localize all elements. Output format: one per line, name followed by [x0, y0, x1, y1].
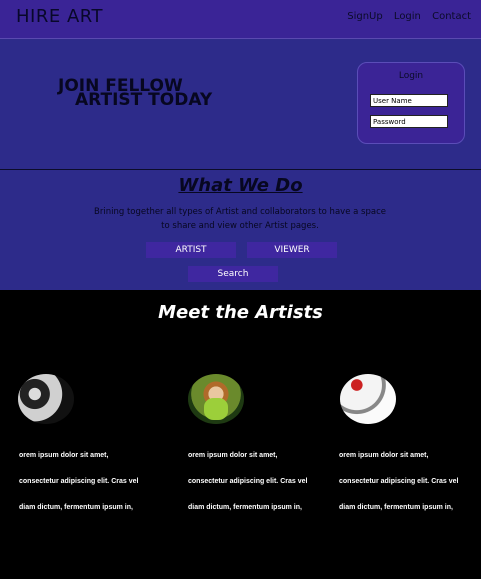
- artist-button[interactable]: ARTIST: [146, 242, 236, 258]
- login-box: Login: [357, 62, 465, 144]
- password-input[interactable]: [370, 115, 448, 128]
- description-line: orem ipsum dolor sit amet,: [339, 452, 429, 459]
- description-line: consectetur adipiscing elit. Cras vel: [188, 478, 308, 485]
- artist-description-1: orem ipsum dolor sit amet, consectetur a…: [19, 443, 159, 521]
- what-we-do-title: What We Do: [178, 175, 303, 196]
- viewer-button[interactable]: VIEWER: [247, 242, 337, 258]
- nav-link-signup[interactable]: SignUp: [347, 11, 382, 22]
- brand-logo-text[interactable]: HIRE ART: [16, 6, 103, 27]
- nav-link-login[interactable]: Login: [394, 11, 421, 22]
- description-line: diam dictum, fermentum ipsum in,: [339, 504, 453, 511]
- description-line: orem ipsum dolor sit amet,: [188, 452, 278, 459]
- artist-avatar-1[interactable]: [18, 374, 74, 424]
- description-line: consectetur adipiscing elit. Cras vel: [339, 478, 459, 485]
- artist-description-3: orem ipsum dolor sit amet, consectetur a…: [339, 443, 479, 521]
- username-input[interactable]: [370, 94, 448, 107]
- nav-link-contact[interactable]: Contact: [432, 11, 471, 22]
- description-line: diam dictum, fermentum ipsum in,: [19, 504, 133, 511]
- login-title: Login: [398, 71, 424, 81]
- description-line: orem ipsum dolor sit amet,: [19, 452, 109, 459]
- description-line: diam dictum, fermentum ipsum in,: [188, 504, 302, 511]
- nav-links: SignUp Login Contact: [339, 11, 471, 22]
- what-we-do-section: What We Do Brining together all types of…: [0, 170, 481, 290]
- hero-title: JOIN FELLOW ARTIST TODAY: [58, 78, 213, 110]
- artist-avatar-3[interactable]: [340, 374, 396, 424]
- hero-title-line2: ARTIST TODAY: [75, 90, 213, 110]
- top-navbar: HIRE ART SignUp Login Contact: [0, 0, 481, 39]
- artist-description-2: orem ipsum dolor sit amet, consectetur a…: [188, 443, 328, 521]
- what-we-do-text: Brining together all types of Artist and…: [94, 207, 386, 231]
- artist-avatar-2[interactable]: [188, 374, 244, 424]
- description-line: consectetur adipiscing elit. Cras vel: [19, 478, 139, 485]
- hero-section: JOIN FELLOW ARTIST TODAY Login: [0, 39, 481, 170]
- meet-artists-title: Meet the Artists: [158, 302, 323, 323]
- search-button[interactable]: Search: [188, 266, 278, 282]
